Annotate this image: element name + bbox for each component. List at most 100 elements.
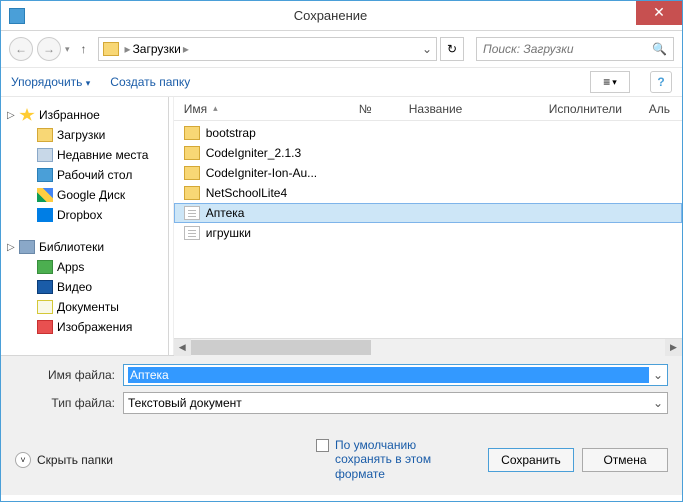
sort-indicator-icon: ▴ [213,103,218,114]
window-title: Сохранение [25,8,636,23]
hide-folders-label: Скрыть папки [37,453,113,467]
column-album[interactable]: Аль [649,102,682,116]
filetype-label: Тип файла: [15,396,123,410]
recent-icon [37,148,53,162]
hide-folders-button[interactable]: ˅ Скрыть папки [15,452,113,468]
scroll-thumb[interactable] [191,340,371,355]
sidebar-item-label: Видео [57,280,92,294]
sidebar-item-label: Недавние места [57,148,148,162]
sidebar-item-dropbox[interactable]: Dropbox [1,205,168,225]
apps-icon [37,260,53,274]
title-bar: Сохранение ✕ [1,1,682,31]
documents-icon [37,300,53,314]
file-name: bootstrap [206,126,256,140]
sidebar-item-label: Рабочий стол [57,168,132,182]
search-input[interactable] [483,42,652,56]
search-icon[interactable]: 🔍 [652,42,667,56]
chevron-up-icon: ˅ [15,452,31,468]
folder-icon [184,126,200,140]
sidebar-item-label: Google Диск [57,188,125,202]
horizontal-scrollbar[interactable]: ◀ ▶ [174,338,682,355]
sidebar-libraries-header[interactable]: ▷ Библиотеки [1,237,168,257]
folder-icon [184,146,200,160]
breadcrumb-separator-icon: ▸ [125,42,131,56]
sidebar-item-label: Изображения [57,320,132,334]
gdrive-icon [37,188,53,202]
column-title[interactable]: Название [409,102,549,116]
sidebar-favorites-header[interactable]: ▷ Избранное [1,105,168,125]
sidebar-item-downloads[interactable]: Загрузки [1,125,168,145]
address-dropdown-icon[interactable]: ⌄ [422,42,432,56]
sidebar-item-label: Загрузки [57,128,105,142]
breadcrumb-item[interactable]: Загрузки [133,42,181,56]
file-name: NetSchoolLite4 [206,186,287,200]
view-options-button[interactable]: ≡▾ [590,71,630,93]
file-icon [184,206,200,220]
checkbox-icon[interactable] [316,439,329,452]
sidebar-item-gdrive[interactable]: Google Диск [1,185,168,205]
file-row[interactable]: игрушки [174,223,682,243]
scroll-left-icon[interactable]: ◀ [174,339,191,356]
up-button[interactable]: ↑ [74,39,94,59]
back-button[interactable]: ← [9,37,33,61]
refresh-button[interactable]: ↻ [440,37,464,61]
images-icon [37,320,53,334]
sidebar-item-recent[interactable]: Недавние места [1,145,168,165]
breadcrumb-separator-icon: ▸ [183,42,189,56]
sidebar-item-images[interactable]: Изображения [1,317,168,337]
folder-icon [37,128,53,142]
sidebar-item-apps[interactable]: Apps [1,257,168,277]
filetype-dropdown-icon[interactable]: ⌄ [653,396,663,410]
search-box[interactable]: 🔍 [476,37,674,61]
cancel-button[interactable]: Отмена [582,448,668,472]
libraries-icon [19,240,35,254]
sidebar-item-label: Избранное [39,108,100,122]
sidebar-item-video[interactable]: Видео [1,277,168,297]
default-format-checkbox[interactable]: По умолчанию сохранять в этом формате [316,438,456,481]
file-name: CodeIgniter-Ion-Au... [206,166,317,180]
file-row[interactable]: CodeIgniter-Ion-Au... [174,163,682,183]
desktop-icon [37,168,53,182]
footer: ˅ Скрыть папки По умолчанию сохранять в … [1,430,682,495]
filename-field[interactable]: ⌄ [123,364,668,386]
file-row[interactable]: Аптека [174,203,682,223]
file-row[interactable]: NetSchoolLite4 [174,183,682,203]
folder-icon [103,42,119,56]
address-bar[interactable]: ▸ Загрузки ▸ ⌄ [98,37,437,61]
sidebar-item-label: Dropbox [57,208,102,222]
file-row[interactable]: bootstrap [174,123,682,143]
app-icon [9,8,25,24]
scroll-track[interactable] [191,339,665,356]
sidebar-item-desktop[interactable]: Рабочий стол [1,165,168,185]
file-row[interactable]: CodeIgniter_2.1.3 [174,143,682,163]
new-folder-button[interactable]: Создать папку [110,75,190,89]
column-num[interactable]: № [359,102,409,116]
sidebar: ▷ Избранное Загрузки Недавние места Рабо… [1,97,169,355]
close-button[interactable]: ✕ [636,1,682,25]
file-name: Аптека [206,206,245,220]
forward-button[interactable]: → [37,37,61,61]
scroll-right-icon[interactable]: ▶ [665,339,682,356]
history-dropdown-icon[interactable]: ▾ [65,44,70,55]
checkbox-label: По умолчанию сохранять в этом формате [335,438,456,481]
filename-dropdown-icon[interactable]: ⌄ [653,368,663,382]
column-headers: Имя▴ № Название Исполнители Аль [174,97,682,121]
file-list: bootstrap CodeIgniter_2.1.3 CodeIgniter-Io… [174,121,682,338]
help-button[interactable]: ? [650,71,672,93]
filename-input[interactable] [128,367,649,383]
sidebar-item-label: Документы [57,300,119,314]
sidebar-item-documents[interactable]: Документы [1,297,168,317]
save-button[interactable]: Сохранить [488,448,574,472]
folder-icon [184,166,200,180]
file-icon [184,226,200,240]
filetype-value: Текстовый документ [128,396,649,410]
filetype-field[interactable]: Текстовый документ ⌄ [123,392,668,414]
column-performers[interactable]: Исполнители [549,102,649,116]
organize-menu[interactable]: Упорядочить ▾ [11,75,90,89]
dropbox-icon [37,208,53,222]
video-icon [37,280,53,294]
navigation-bar: ← → ▾ ↑ ▸ Загрузки ▸ ⌄ ↻ 🔍 [1,31,682,67]
column-name[interactable]: Имя▴ [184,102,359,116]
file-name: CodeIgniter_2.1.3 [206,146,301,160]
chevron-icon: ▷ [7,110,15,121]
